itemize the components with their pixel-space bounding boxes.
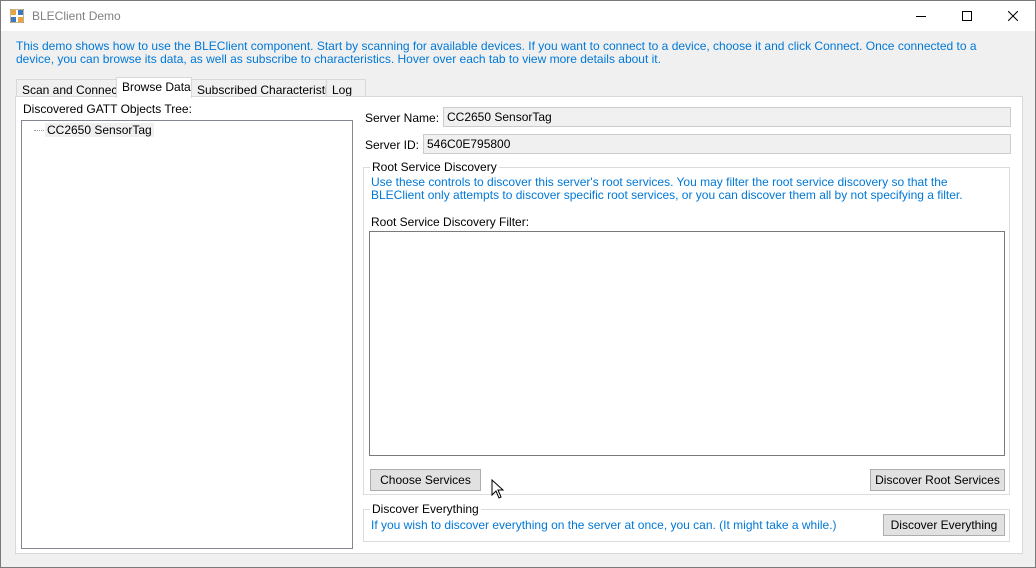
discover-root-services-button[interactable]: Discover Root Services — [870, 469, 1005, 491]
mouse-cursor-icon — [491, 479, 505, 499]
tree-node[interactable]: CC2650 SensorTag — [45, 123, 154, 137]
minimize-icon — [916, 16, 926, 17]
intro-text: This demo shows how to use the BLEClient… — [16, 39, 977, 66]
group-title: Discover Everything — [370, 502, 481, 516]
server-name-label: Server Name: — [365, 111, 440, 125]
tab-browse-data[interactable]: Browse Data — [116, 77, 192, 98]
maximize-button[interactable] — [944, 1, 990, 31]
gatt-objects-tree[interactable]: CC2650 SensorTag — [21, 120, 353, 549]
filter-textarea[interactable] — [369, 231, 1005, 456]
app-window: BLEClient Demo This demo shows how to us… — [0, 0, 1036, 568]
server-id-label: Server ID: — [365, 138, 420, 152]
discover-everything-description: If you wish to discover everything on th… — [371, 518, 837, 532]
root-discovery-description: Use these controls to discover this serv… — [371, 175, 963, 202]
app-icon — [10, 9, 24, 23]
server-name-field[interactable]: CC2650 SensorTag — [443, 107, 1011, 127]
choose-services-button[interactable]: Choose Services — [370, 469, 481, 491]
close-icon — [1008, 11, 1018, 21]
maximize-icon — [962, 11, 972, 21]
window-title: BLEClient Demo — [32, 9, 121, 23]
discover-everything-button[interactable]: Discover Everything — [883, 514, 1005, 536]
group-title: Root Service Discovery — [370, 160, 499, 174]
tree-label: Discovered GATT Objects Tree: — [23, 102, 192, 116]
filter-label: Root Service Discovery Filter: — [371, 215, 530, 229]
close-button[interactable] — [990, 1, 1036, 31]
tree-connector — [34, 130, 44, 131]
minimize-button[interactable] — [898, 1, 944, 31]
server-id-field[interactable]: 546C0E795800 — [423, 134, 1011, 154]
title-bar[interactable]: BLEClient Demo — [1, 1, 1035, 31]
